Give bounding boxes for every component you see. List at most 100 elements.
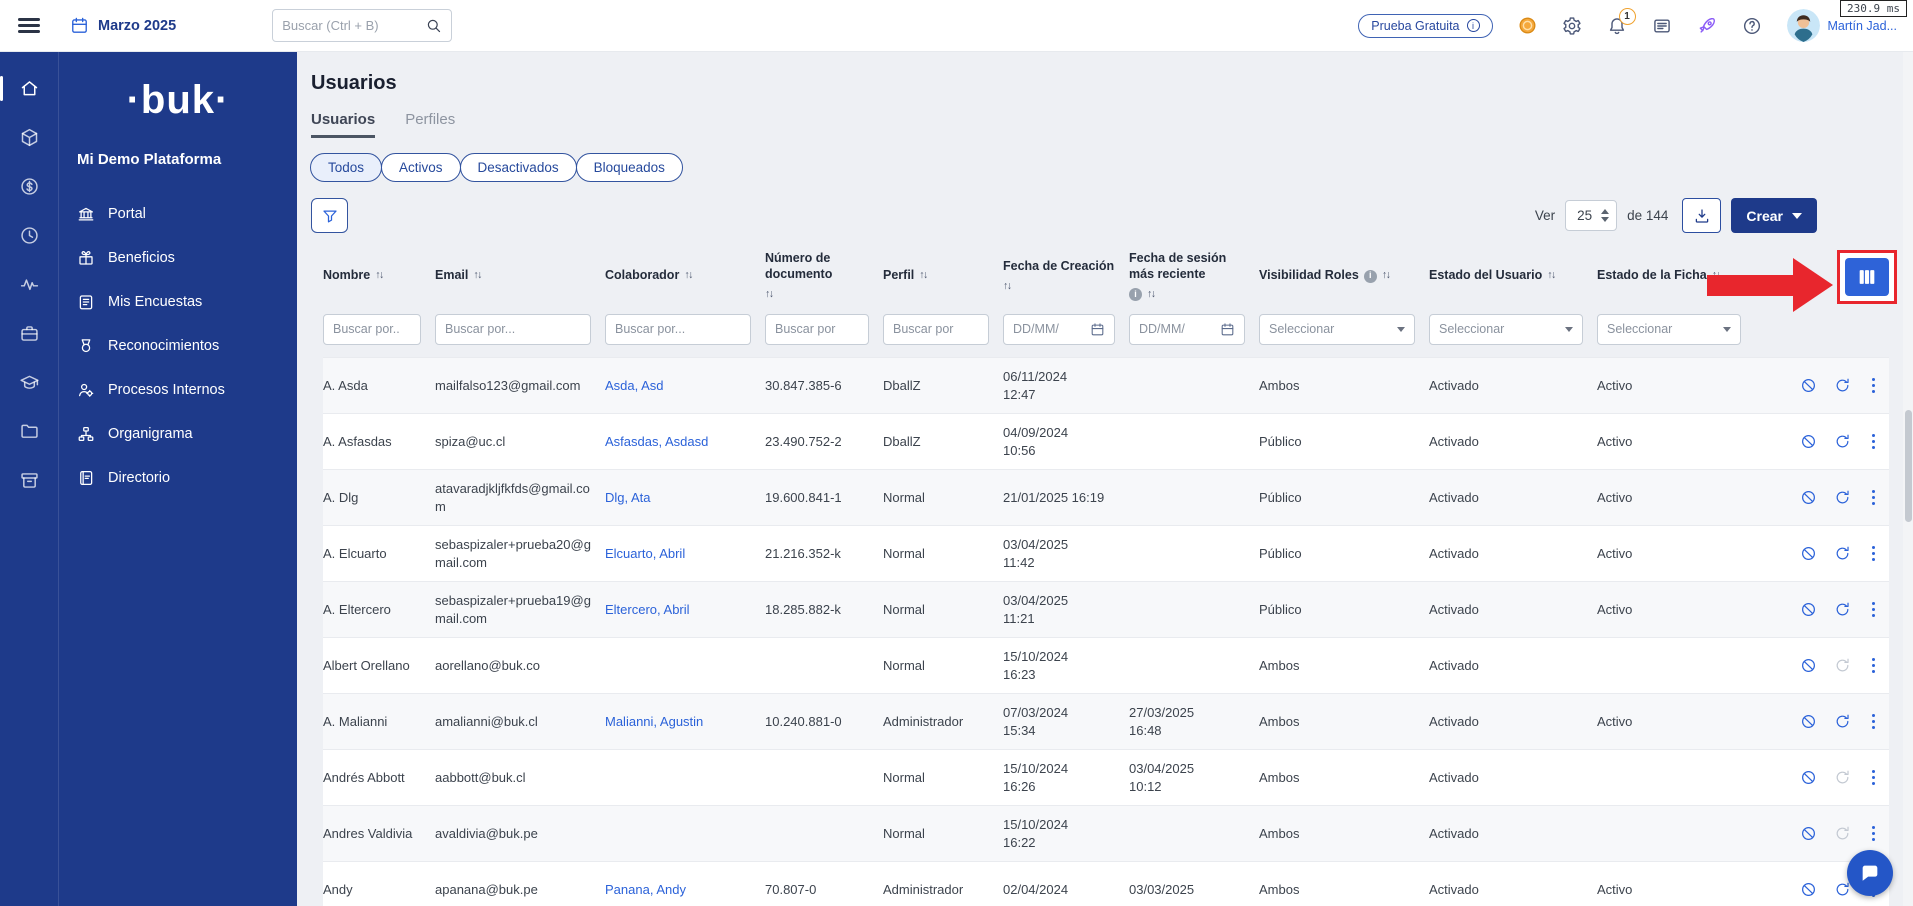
sidebar-item-reconocimientos[interactable]: Reconocimientos [59,324,297,368]
chat-fab-button[interactable] [1847,850,1893,896]
row-menu-icon[interactable] [1868,656,1880,676]
vertical-scrollbar[interactable] [1903,52,1913,906]
list-icon[interactable] [1652,16,1672,36]
filter-date-fecha-de-creacion[interactable]: DD/MM/ [1003,314,1115,345]
sort-icon[interactable]: ↑↓ [1712,269,1720,282]
reset-icon[interactable] [1834,601,1851,618]
block-user-icon[interactable] [1800,713,1817,730]
column-header-estado-del-usuario[interactable]: Estado del Usuario↑↓ [1429,268,1597,284]
filter-button[interactable] [311,198,348,233]
column-header-perfil[interactable]: Perfil↑↓ [883,268,1003,284]
column-header-email[interactable]: Email↑↓ [435,268,605,284]
page-size-select[interactable]: 25 [1565,200,1617,231]
filter-input-nombre[interactable] [323,314,421,345]
cell-colaborador[interactable]: Panana, Andy [605,881,765,899]
sort-icon[interactable]: ↑↓ [473,269,481,282]
dollar-icon[interactable] [19,176,40,197]
coin-icon[interactable] [1518,16,1537,35]
sidebar-item-beneficios[interactable]: Beneficios [59,236,297,280]
sort-icon[interactable]: ↑↓ [375,269,383,282]
reset-icon[interactable] [1834,489,1851,506]
briefcase-icon[interactable] [19,323,40,344]
reset-icon[interactable] [1834,769,1851,786]
row-menu-icon[interactable] [1868,488,1880,508]
sidebar-item-procesos-internos[interactable]: Procesos Internos [59,368,297,412]
block-user-icon[interactable] [1800,601,1817,618]
block-user-icon[interactable] [1800,881,1817,898]
reset-icon[interactable] [1834,881,1851,898]
hamburger-menu-icon[interactable] [18,18,40,33]
global-search[interactable] [272,9,452,42]
pill-bloqueados[interactable]: Bloqueados [576,153,683,182]
sort-icon[interactable]: ↑↓ [684,269,692,282]
sidebar-item-organigrama[interactable]: Organigrama [59,412,297,456]
reset-icon[interactable] [1834,825,1851,842]
graduation-icon[interactable] [19,372,40,393]
cell-colaborador[interactable]: Asfasdas, Asdasd [605,433,765,451]
sort-icon[interactable]: ↑↓ [1147,288,1155,301]
filter-select-estado-de-la-ficha[interactable]: Seleccionar [1597,314,1741,345]
cell-colaborador[interactable]: Elcuarto, Abril [605,545,765,563]
row-menu-icon[interactable] [1868,432,1880,452]
sidebar-item-directorio[interactable]: Directorio [59,456,297,500]
block-user-icon[interactable] [1800,657,1817,674]
filter-select-visibilidad-roles[interactable]: Seleccionar [1259,314,1415,345]
search-input[interactable] [282,18,419,33]
avatar[interactable] [1787,9,1820,42]
block-user-icon[interactable] [1800,377,1817,394]
pill-activos[interactable]: Activos [381,153,461,182]
folder-icon[interactable] [19,421,40,442]
tab-usuarios[interactable]: Usuarios [311,111,375,138]
filter-input-email[interactable] [435,314,591,345]
notifications-bell[interactable]: 1 [1607,16,1627,36]
sort-icon[interactable]: ↑↓ [1382,269,1390,282]
column-header-fecha-de-sesion-mas-reciente[interactable]: Fecha de sesión más recientei↑↓ [1129,251,1259,300]
row-menu-icon[interactable] [1868,768,1880,788]
filter-input-perfil[interactable] [883,314,989,345]
gear-icon[interactable] [1562,16,1582,36]
help-icon[interactable] [1742,16,1762,36]
filter-input-colaborador[interactable] [605,314,751,345]
tab-perfiles[interactable]: Perfiles [405,111,455,138]
reset-icon[interactable] [1834,377,1851,394]
block-user-icon[interactable] [1800,769,1817,786]
download-button[interactable] [1682,198,1721,233]
cell-colaborador[interactable]: Eltercero, Abril [605,601,765,619]
filter-select-estado-del-usuario[interactable]: Seleccionar [1429,314,1583,345]
block-user-icon[interactable] [1800,433,1817,450]
cell-colaborador[interactable]: Malianni, Agustin [605,713,765,731]
search-icon[interactable] [425,17,442,34]
block-user-icon[interactable] [1800,489,1817,506]
filter-date-fecha-de-sesion-mas-reciente[interactable]: DD/MM/ [1129,314,1245,345]
sort-icon[interactable]: ↑↓ [765,288,773,301]
row-menu-icon[interactable] [1868,600,1880,620]
archive-icon[interactable] [19,470,40,491]
clock-icon[interactable] [19,225,40,246]
row-menu-icon[interactable] [1868,712,1880,732]
create-button[interactable]: Crear [1731,198,1817,233]
block-user-icon[interactable] [1800,825,1817,842]
column-header-visibilidad-roles[interactable]: Visibilidad Rolesi↑↓ [1259,268,1429,284]
sort-icon[interactable]: ↑↓ [1003,280,1011,293]
pill-todos[interactable]: Todos [310,153,382,182]
reset-icon[interactable] [1834,657,1851,674]
reset-icon[interactable] [1834,713,1851,730]
cell-colaborador[interactable]: Asda, Asd [605,377,765,395]
row-menu-icon[interactable] [1868,376,1880,396]
activity-icon[interactable] [19,274,40,295]
home-icon[interactable] [19,78,40,99]
cell-colaborador[interactable]: Dlg, Ata [605,489,765,507]
pill-desactivados[interactable]: Desactivados [460,153,577,182]
sort-icon[interactable]: ↑↓ [919,269,927,282]
period-selector[interactable]: Marzo 2025 [70,16,176,35]
row-menu-icon[interactable] [1868,824,1880,844]
sidebar-item-mis-encuestas[interactable]: Mis Encuestas [59,280,297,324]
column-header-numero-de-documento[interactable]: Número de documento↑↓ [765,251,883,300]
package-icon[interactable] [19,127,40,148]
stepper-arrows-icon[interactable] [1601,209,1609,222]
column-header-nombre[interactable]: Nombre↑↓ [323,268,435,284]
column-header-estado-de-la-ficha[interactable]: Estado de la Ficha↑↓ [1597,268,1755,284]
block-user-icon[interactable] [1800,545,1817,562]
scrollbar-thumb[interactable] [1905,410,1912,522]
sort-icon[interactable]: ↑↓ [1547,269,1555,282]
